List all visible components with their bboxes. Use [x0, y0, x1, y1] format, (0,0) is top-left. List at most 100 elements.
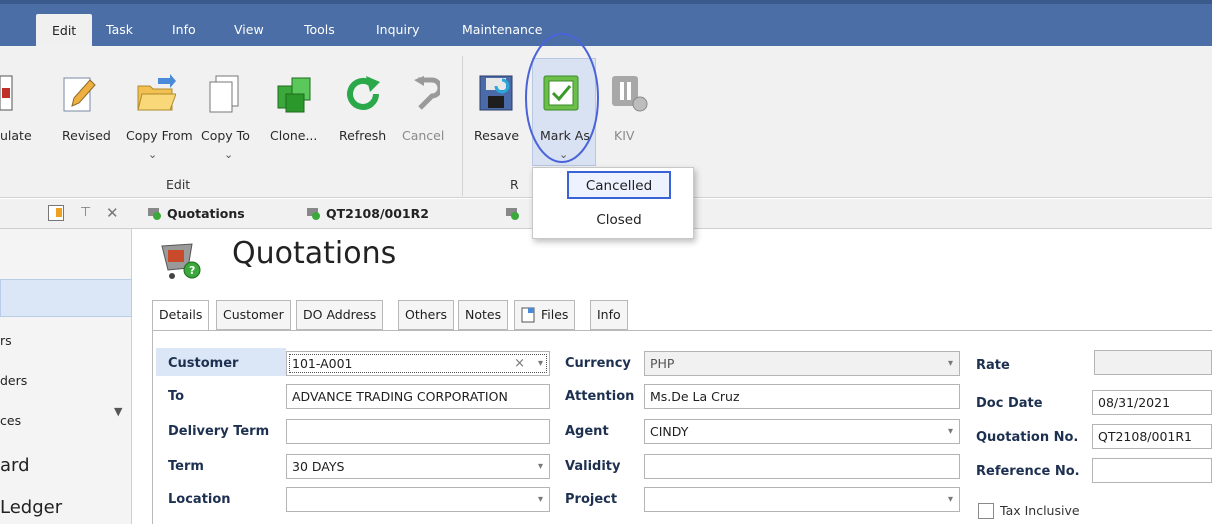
left-nav-panel: rs ders ces ▼ ard Ledger: [0, 229, 132, 524]
currency-field[interactable]: PHP ▾: [644, 351, 960, 376]
project-field[interactable]: ▾: [644, 487, 960, 512]
term-label: Term: [168, 459, 204, 474]
float-window-icon[interactable]: [48, 205, 64, 221]
doc-tab-label: QT2108/001R2: [326, 206, 429, 221]
doc-tab-label: Quotations: [167, 206, 245, 221]
nav-item[interactable]: Ledger: [0, 497, 62, 518]
revised-icon[interactable]: [62, 74, 96, 114]
cart-icon[interactable]: [504, 206, 520, 220]
to-label: To: [168, 389, 185, 404]
nav-item[interactable]: ces: [0, 413, 21, 428]
clone-icon[interactable]: [276, 74, 316, 114]
location-field[interactable]: ▾: [286, 487, 550, 512]
attention-label: Attention: [565, 389, 635, 404]
dropdown-arrow-icon[interactable]: ▾: [538, 352, 543, 375]
ribbon-group-separator: [462, 56, 463, 196]
pin-icon[interactable]: ⊤: [80, 205, 91, 220]
copy-from-button[interactable]: Copy From: [126, 128, 193, 143]
chevron-down-icon[interactable]: ⌄: [224, 148, 233, 161]
cart-icon: [307, 208, 320, 220]
tab-files[interactable]: Files: [514, 300, 576, 330]
dropdown-arrow-icon[interactable]: ▾: [948, 488, 953, 511]
quotation-no-label: Quotation No.: [976, 430, 1079, 445]
page-title: Quotations: [232, 236, 397, 271]
dropdown-arrow-icon[interactable]: ▾: [538, 488, 543, 511]
close-icon[interactable]: ✕: [106, 204, 119, 222]
reference-no-label: Reference No.: [976, 464, 1080, 479]
quotations-cart-icon: ?: [161, 243, 201, 279]
highlight-circle: [525, 33, 599, 163]
to-field[interactable]: ADVANCE TRADING CORPORATION: [286, 384, 550, 409]
ribbon-group-r: R: [510, 177, 519, 192]
calculate-icon[interactable]: [0, 74, 16, 114]
nav-item-selected[interactable]: [0, 279, 132, 317]
folder-open-icon[interactable]: [136, 74, 176, 114]
tab-notes[interactable]: Notes: [458, 300, 509, 330]
tab-others[interactable]: Others: [398, 300, 455, 330]
doc-tab-qt2108-001r2[interactable]: QT2108/001R2: [305, 206, 429, 221]
calculate-button[interactable]: ulate: [0, 128, 32, 143]
customer-value: 101-A001: [292, 356, 353, 371]
currency-label: Currency: [565, 356, 631, 371]
dropdown-arrow-icon[interactable]: ▾: [538, 455, 543, 478]
menu-tab-edit[interactable]: Edit: [36, 14, 93, 50]
caret-down-icon[interactable]: ▼: [114, 405, 122, 418]
tax-inclusive-label: Tax Inclusive: [1000, 503, 1080, 518]
revised-button[interactable]: Revised: [62, 128, 111, 143]
undo-icon: [414, 76, 440, 110]
chevron-down-icon[interactable]: ⌄: [148, 148, 157, 161]
copy-document-icon[interactable]: [208, 74, 242, 114]
menu-tab-task[interactable]: Task: [106, 22, 133, 37]
location-label: Location: [168, 492, 231, 507]
clear-icon[interactable]: ×: [514, 352, 525, 375]
delivery-term-label: Delivery Term: [168, 424, 270, 439]
mark-as-dropdown: Cancelled Closed: [532, 167, 694, 239]
cancel-button: Cancel: [402, 128, 445, 143]
attention-field[interactable]: Ms.De La Cruz: [644, 384, 960, 409]
delivery-term-field[interactable]: [286, 419, 550, 444]
file-icon: [521, 307, 535, 323]
dropdown-arrow-icon: ▾: [947, 358, 953, 369]
doc-tab-quotations[interactable]: Quotations: [146, 206, 245, 221]
mark-as-cancelled-item[interactable]: Cancelled: [567, 171, 671, 199]
svg-text:?: ?: [189, 264, 195, 277]
kiv-button: KIV: [614, 128, 635, 143]
refresh-button[interactable]: Refresh: [339, 128, 386, 143]
save-icon[interactable]: [478, 74, 516, 114]
menu-tab-inquiry[interactable]: Inquiry: [376, 22, 419, 37]
menu-tab-view[interactable]: View: [234, 22, 264, 37]
clone-button[interactable]: Clone...: [270, 128, 317, 143]
agent-field[interactable]: CINDY ▾: [644, 419, 960, 444]
menu-bar: Edit Task Info View Tools Inquiry Mainte…: [0, 0, 1212, 50]
validity-field[interactable]: [644, 454, 960, 479]
tab-files-label: Files: [541, 307, 569, 322]
doc-date-label: Doc Date: [976, 396, 1043, 411]
ribbon-group-edit: Edit: [166, 177, 191, 192]
rate-field: [1094, 350, 1212, 375]
menu-tab-info[interactable]: Info: [172, 22, 196, 37]
reference-no-field[interactable]: [1092, 458, 1212, 483]
term-value: 30 DAYS: [292, 459, 345, 474]
mark-as-closed-item[interactable]: Closed: [567, 207, 671, 235]
tab-do-address[interactable]: DO Address: [296, 300, 384, 330]
nav-item[interactable]: rs: [0, 333, 12, 348]
quotation-no-field[interactable]: QT2108/001R1: [1092, 424, 1212, 449]
tax-inclusive-checkbox[interactable]: [978, 503, 994, 519]
nav-item[interactable]: ders: [0, 373, 27, 388]
tab-customer[interactable]: Customer: [216, 300, 291, 330]
customer-field[interactable]: 101-A001 × ▾: [286, 351, 550, 376]
kiv-icon: [612, 76, 648, 112]
copy-to-button[interactable]: Copy To: [201, 128, 250, 143]
refresh-icon[interactable]: [344, 74, 384, 114]
doc-date-field[interactable]: 08/31/2021: [1092, 390, 1212, 415]
rate-label: Rate: [976, 358, 1010, 373]
customer-label: Customer: [168, 356, 239, 371]
menu-tab-tools[interactable]: Tools: [304, 22, 335, 37]
nav-item[interactable]: ard: [0, 455, 30, 476]
dropdown-arrow-icon[interactable]: ▾: [948, 420, 953, 443]
resave-button[interactable]: Resave: [474, 128, 519, 143]
tab-info[interactable]: Info: [590, 300, 628, 330]
validity-label: Validity: [565, 459, 621, 474]
tab-details[interactable]: Details: [152, 300, 210, 331]
term-field[interactable]: 30 DAYS ▾: [286, 454, 550, 479]
